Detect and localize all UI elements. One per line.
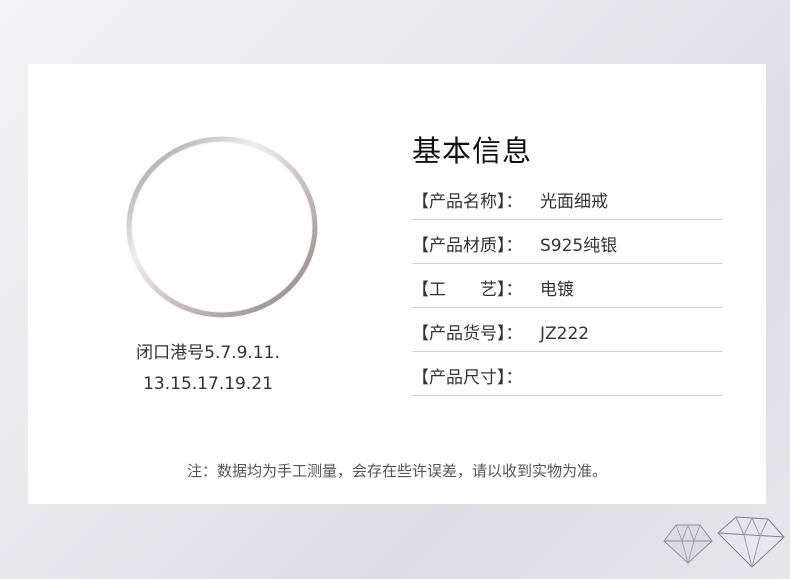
caption-line-2: 13.15.17.19.21: [143, 374, 273, 394]
ring-size-caption: 闭口港号5.7.9.11. 13.15.17.19.21: [88, 338, 328, 400]
section-title: 基本信息: [412, 134, 533, 168]
row-label: 【工 艺】：: [412, 280, 523, 300]
row-label: 【产品名称】：: [412, 192, 523, 212]
info-row-craft: 【工 艺】： 电镀: [412, 274, 722, 308]
product-info-card: 闭口港号5.7.9.11. 13.15.17.19.21 基本信息 【产品名称】…: [28, 64, 766, 504]
row-value: JZ222: [540, 324, 590, 344]
row-value: S925纯银: [540, 236, 618, 256]
info-row-size: 【产品尺寸】：: [412, 362, 722, 396]
row-value: 光面细戒: [540, 192, 608, 212]
caption-line-1: 闭口港号5.7.9.11.: [136, 343, 280, 363]
row-value: 电镀: [540, 280, 574, 300]
info-row-sku: 【产品货号】： JZ222: [412, 318, 722, 352]
row-label: 【产品尺寸】：: [412, 368, 523, 388]
row-label: 【产品货号】：: [412, 324, 523, 344]
measurement-note: 注：数据均为手工测量，会存在些许误差，请以收到实物为准。: [186, 462, 607, 480]
info-row-name: 【产品名称】： 光面细戒: [412, 186, 722, 220]
row-label: 【产品材质】：: [412, 236, 523, 256]
diamond-icon: [660, 511, 790, 571]
ring-image: [124, 132, 324, 322]
info-row-material: 【产品材质】： S925纯银: [412, 230, 722, 264]
